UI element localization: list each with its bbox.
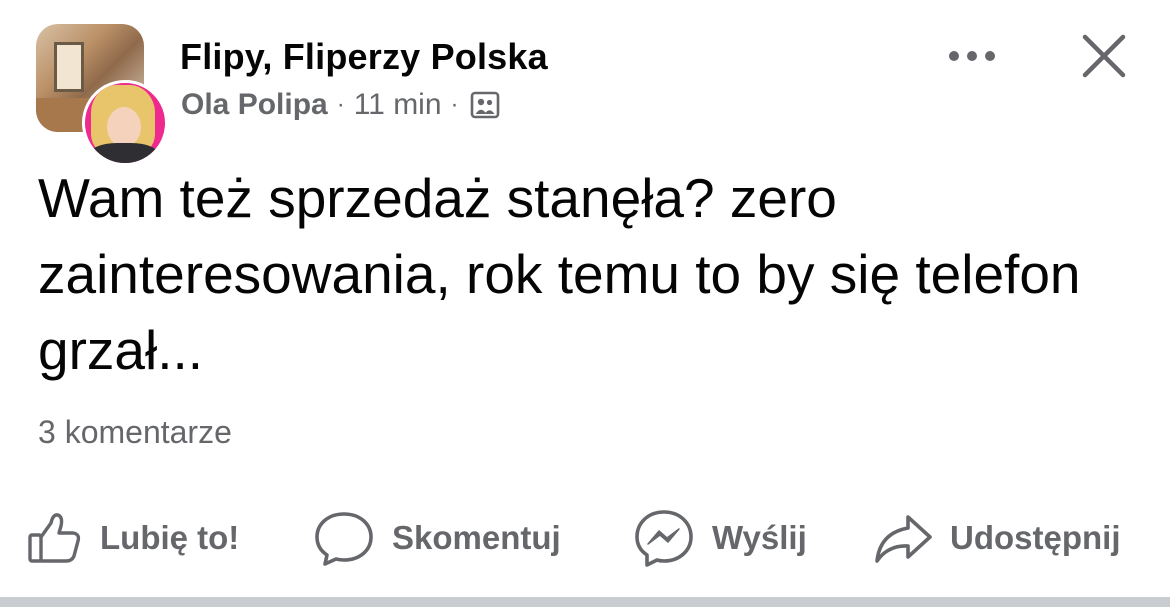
comment-bubble-icon bbox=[312, 508, 376, 568]
messenger-icon bbox=[632, 507, 696, 569]
share-button-label: Udostępnij bbox=[950, 519, 1121, 556]
send-button-label: Wyślij bbox=[712, 519, 807, 556]
group-members-icon bbox=[470, 90, 500, 120]
like-button-label: Lubię to! bbox=[100, 519, 240, 556]
more-dots-icon bbox=[947, 49, 997, 68]
author-avatar[interactable] bbox=[82, 80, 168, 166]
post-body-text: Wam też sprzedaż stanęła? zero zainteres… bbox=[38, 167, 1081, 381]
group-name-link[interactable]: Flipy, Fliperzy Polska bbox=[180, 36, 548, 78]
comment-button-label: Skomentuj bbox=[392, 519, 561, 556]
avatar-group[interactable] bbox=[36, 24, 168, 166]
share-arrow-icon bbox=[872, 509, 934, 567]
send-button[interactable]: Wyślij bbox=[632, 506, 807, 570]
comments-count-link[interactable]: 3 komentarze bbox=[38, 414, 232, 451]
group-avatar-window bbox=[54, 42, 84, 92]
post-timestamp[interactable]: 11 min bbox=[354, 88, 442, 122]
like-thumb-icon bbox=[26, 509, 84, 567]
meta-separator: · bbox=[450, 91, 459, 118]
feed-divider bbox=[0, 597, 1170, 607]
author-avatar-face bbox=[107, 107, 141, 147]
close-icon bbox=[1081, 33, 1127, 84]
like-button[interactable]: Lubię to! bbox=[26, 506, 239, 570]
post-meta: Ola Polipa · 11 min · bbox=[181, 88, 500, 122]
meta-separator: · bbox=[336, 91, 345, 118]
post-action-bar: Lubię to! Skomentuj Wyślij Udostępnij bbox=[0, 496, 1170, 586]
comment-button[interactable]: Skomentuj bbox=[312, 506, 561, 570]
close-button[interactable] bbox=[1076, 30, 1132, 86]
author-name-link[interactable]: Ola Polipa bbox=[181, 88, 328, 122]
more-options-button[interactable] bbox=[940, 40, 1004, 76]
feed-post: Flipy, Fliperzy Polska Ola Polipa · 11 m… bbox=[0, 0, 1170, 607]
share-button[interactable]: Udostępnij bbox=[872, 506, 1121, 570]
